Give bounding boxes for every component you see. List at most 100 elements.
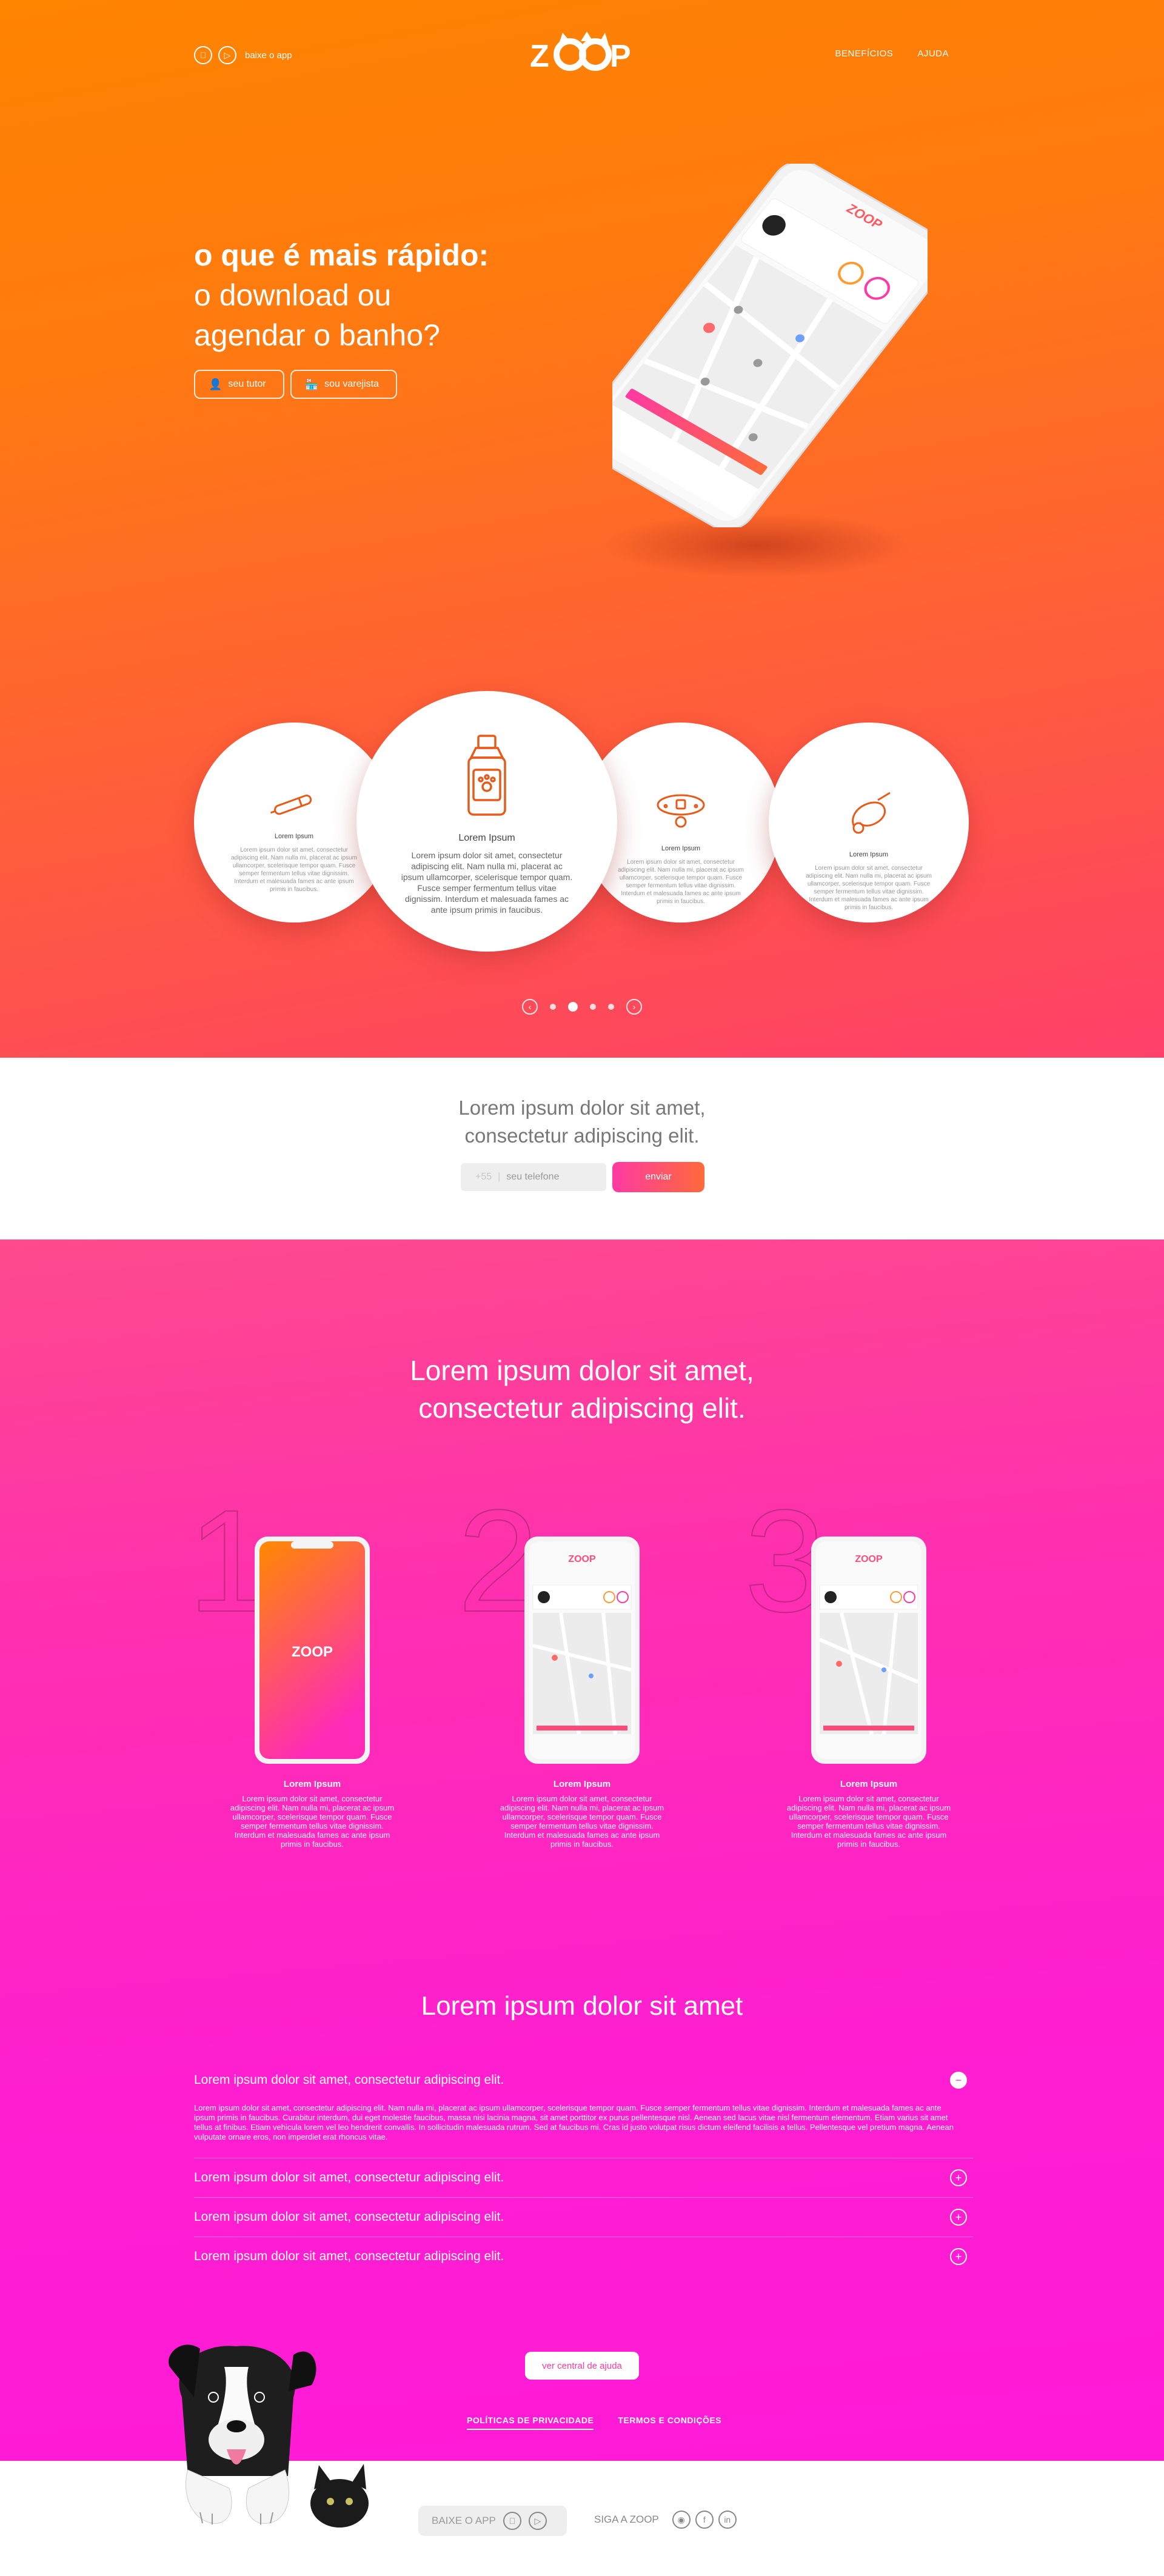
- how-it-works-section: Lorem ipsum dolor sit amet, consectetur …: [0, 1240, 1164, 2461]
- carousel-dot[interactable]: [608, 1004, 614, 1010]
- card-text: Lorem ipsum dolor sit amet, consectetur …: [401, 850, 573, 915]
- phone-placeholder: seu telefone: [506, 1172, 560, 1182]
- steps-heading-line-2: consectetur adipiscing elit.: [418, 1392, 746, 1424]
- instagram-icon[interactable]: ◉: [672, 2511, 691, 2529]
- terms-link[interactable]: TERMOS E CONDIÇÕES: [618, 2415, 721, 2430]
- collar-icon: [657, 794, 705, 828]
- top-bar:  ▷ baixe o app Z P BENEFÍCIOS AJUDA: [0, 0, 1164, 109]
- store-icon: 🏪: [304, 378, 319, 390]
- linkedin-icon[interactable]: in: [718, 2511, 737, 2529]
- tutor-button-label: seu tutor: [228, 379, 266, 389]
- field-separator: |: [498, 1172, 501, 1182]
- carousel-card[interactable]: Lorem Ipsum Lorem ipsum dolor sit amet, …: [769, 722, 969, 923]
- signup-heading: Lorem ipsum dolor sit amet, consectetur …: [0, 1094, 1164, 1150]
- plus-icon[interactable]: +: [950, 2169, 967, 2186]
- facebook-icon[interactable]: f: [695, 2511, 714, 2529]
- signup-heading-line-1: Lorem ipsum dolor sit amet,: [458, 1096, 706, 1119]
- faq-item: Lorem ipsum dolor sit amet, consectetur …: [194, 2198, 973, 2237]
- steps-list: 1 ZOOP Lorem Ipsum Lorem ipsum dolor sit…: [0, 1487, 1164, 1849]
- carousel-dot[interactable]: [550, 1004, 556, 1010]
- card-text: Lorem ipsum dolor sit amet, consectetur …: [231, 847, 357, 893]
- faq-question[interactable]: Lorem ipsum dolor sit amet, consectetur …: [194, 2061, 973, 2100]
- card-title: Lorem Ipsum: [849, 851, 889, 858]
- svg-text:ZOOP: ZOOP: [855, 1554, 883, 1564]
- faq-item: Lorem ipsum dolor sit amet, consectetur …: [194, 2158, 973, 2198]
- faq-question[interactable]: Lorem ipsum dolor sit amet, consectetur …: [194, 2237, 973, 2276]
- send-button[interactable]: enviar: [612, 1162, 704, 1192]
- shampoo-bottle-icon: [467, 735, 506, 816]
- carousel-next-arrow-icon[interactable]: ›: [626, 999, 642, 1015]
- legal-links: POLÍTICAS DE PRIVACIDADE TERMOS E CONDIÇ…: [467, 2415, 721, 2430]
- step-item: 1 ZOOP Lorem Ipsum Lorem ipsum dolor sit…: [187, 1487, 455, 1849]
- hero-title-bold: o que é mais rápido:: [194, 238, 489, 272]
- nav-help[interactable]: AJUDA: [917, 48, 949, 59]
- carousel-dot[interactable]: [590, 1004, 596, 1010]
- card-text: Lorem ipsum dolor sit amet, consectetur …: [806, 865, 932, 911]
- faq-question-text: Lorem ipsum dolor sit amet, consectetur …: [194, 2171, 504, 2184]
- carousel-prev-arrow-icon[interactable]: ‹: [522, 999, 538, 1015]
- faq-item: Lorem ipsum dolor sit amet, consectetur …: [194, 2237, 973, 2276]
- faq-question[interactable]: Lorem ipsum dolor sit amet, consectetur …: [194, 2198, 973, 2237]
- faq-question-text: Lorem ipsum dolor sit amet, consectetur …: [194, 2073, 504, 2087]
- plus-icon[interactable]: +: [950, 2209, 967, 2226]
- hero-title: o que é mais rápido: o download ou agend…: [194, 235, 630, 355]
- country-code: +55: [475, 1172, 492, 1182]
- step-text: Lorem ipsum dolor sit amet, consectetur …: [786, 1794, 951, 1849]
- step-text: Lorem ipsum dolor sit amet, consectetur …: [230, 1794, 395, 1849]
- main-nav: BENEFÍCIOS AJUDA: [835, 48, 949, 59]
- retailer-button-label: sou varejista: [324, 379, 379, 389]
- leash-icon: [852, 792, 891, 834]
- svg-text:ZOOP: ZOOP: [568, 1554, 596, 1564]
- map-phone-mockup: ZOOP: [524, 1537, 640, 1764]
- faq-item-open: Lorem ipsum dolor sit amet, consectetur …: [194, 2061, 973, 2158]
- benefits-carousel: Lorem Ipsum Lorem ipsum dolor sit amet, …: [0, 691, 1164, 970]
- splash-phone-mockup: ZOOP: [255, 1537, 370, 1764]
- privacy-policy-link[interactable]: POLÍTICAS DE PRIVACIDADE: [467, 2415, 594, 2430]
- follow-label: SIGA A ZOOP: [594, 2514, 659, 2525]
- faq-question-text: Lorem ipsum dolor sit amet, consectetur …: [194, 2249, 504, 2263]
- footer-download-label: BAIXE O APP: [432, 2515, 496, 2526]
- user-icon: 👤: [209, 378, 222, 390]
- apple-icon[interactable]: : [503, 2512, 521, 2530]
- step-text: Lorem ipsum dolor sit amet, consectetur …: [500, 1794, 664, 1849]
- svg-text:Z: Z: [530, 39, 549, 74]
- zoop-logo[interactable]: Z P: [527, 28, 637, 76]
- carousel-dot-active[interactable]: [568, 1002, 578, 1012]
- tutor-button[interactable]: 👤 seu tutor: [194, 370, 284, 399]
- nav-benefits[interactable]: BENEFÍCIOS: [835, 48, 893, 59]
- phone-input[interactable]: +55 | seu telefone: [461, 1163, 606, 1191]
- faq-question[interactable]: Lorem ipsum dolor sit amet, consectetur …: [194, 2158, 973, 2197]
- hero-phone-mockup: ZOOP: [612, 164, 928, 527]
- play-store-icon[interactable]: ▷: [218, 46, 236, 64]
- svg-text:P: P: [610, 39, 631, 74]
- faq-list: Lorem ipsum dolor sit amet, consectetur …: [194, 2061, 973, 2276]
- card-title: Lorem Ipsum: [661, 845, 701, 852]
- step-item: 3 ZOOP Lorem Ipsum Lorem ipsum dolor sit…: [744, 1487, 1011, 1849]
- hero-section:  ▷ baixe o app Z P BENEFÍCIOS AJUDA o q…: [0, 0, 1164, 1058]
- map-phone-mockup: ZOOP: [811, 1537, 926, 1764]
- minus-icon[interactable]: −: [950, 2072, 967, 2089]
- app-store-links:  ▷ baixe o app: [194, 46, 292, 64]
- dog-and-cat-illustration: [169, 2344, 369, 2528]
- apple-icon[interactable]: : [194, 46, 212, 64]
- footer-download-app: BAIXE O APP  ▷: [418, 2506, 567, 2536]
- thermometer-icon: [270, 794, 312, 815]
- download-app-label: baixe o app: [245, 50, 292, 61]
- svg-text:ZOOP: ZOOP: [292, 1644, 333, 1660]
- step-title: Lorem Ipsum: [553, 1779, 611, 1789]
- steps-heading-line-1: Lorem ipsum dolor sit amet,: [410, 1355, 754, 1386]
- carousel-card-active[interactable]: Lorem Ipsum Lorem ipsum dolor sit amet, …: [356, 691, 617, 952]
- card-title: Lorem Ipsum: [458, 833, 515, 843]
- step-title: Lorem Ipsum: [840, 1779, 898, 1789]
- hero-title-line-3: agendar o banho?: [194, 318, 440, 352]
- faq-title: Lorem ipsum dolor sit amet: [421, 1991, 743, 2021]
- play-store-icon[interactable]: ▷: [528, 2512, 547, 2530]
- plus-icon[interactable]: +: [950, 2248, 967, 2265]
- step-item: 2 ZOOP Lorem Ipsum Lorem ipsum dolor sit…: [457, 1487, 724, 1849]
- signup-heading-line-2: consectetur adipiscing elit.: [464, 1124, 700, 1147]
- faq-answer: Lorem ipsum dolor sit amet, consectetur …: [194, 2103, 954, 2141]
- steps-heading: Lorem ipsum dolor sit amet, consectetur …: [0, 1352, 1164, 1427]
- hero-buttons: 👤 seu tutor 🏪 sou varejista: [194, 370, 397, 399]
- retailer-button[interactable]: 🏪 sou varejista: [290, 370, 397, 399]
- help-center-button[interactable]: ver central de ajuda: [525, 2352, 639, 2380]
